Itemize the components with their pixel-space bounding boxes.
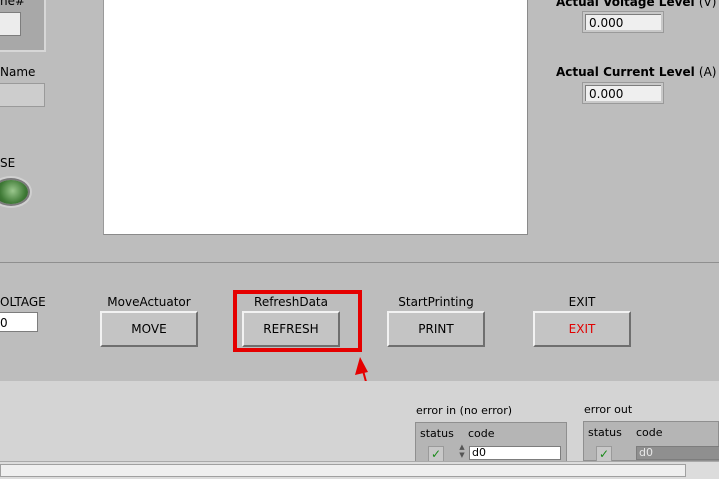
error-in-label: error in (no error) xyxy=(416,404,513,417)
error-in-status-label: status xyxy=(420,427,454,440)
status-led-indicator[interactable] xyxy=(0,180,28,204)
voltage-readout-unit: (V) xyxy=(698,0,717,9)
error-out-cluster: status code ✓ d0 xyxy=(583,421,719,462)
move-button[interactable]: MOVE xyxy=(100,311,198,347)
current-readout-title: Actual Current Level xyxy=(556,65,695,79)
error-out-status-label: status xyxy=(588,426,622,439)
name-label: Name xyxy=(0,65,36,79)
move-actuator-label: MoveActuator xyxy=(107,295,191,309)
error-in-code-label: code xyxy=(468,427,495,440)
voltage-input[interactable]: 0 xyxy=(0,312,38,332)
voltage-control-label: OLTAGE xyxy=(0,295,46,309)
led-label: SE xyxy=(0,156,16,170)
error-out-label: error out xyxy=(584,403,633,416)
number-label: ne# xyxy=(0,0,26,8)
top-panel: ne# Name SE Actual Voltage Level (V) 0.0… xyxy=(0,0,719,262)
error-in-cluster: status code ✓ ▲ ▼ d0 xyxy=(415,422,567,462)
refresh-highlight-box xyxy=(233,290,362,352)
print-button[interactable]: PRINT xyxy=(387,311,485,347)
current-readout-value: 0.000 xyxy=(585,85,661,101)
voltage-readout-label: Actual Voltage Level (V) xyxy=(556,0,716,9)
horizontal-scrollbar-thumb[interactable] xyxy=(0,464,686,477)
exit-button[interactable]: EXIT xyxy=(533,311,631,347)
current-readout-frame: 0.000 xyxy=(582,82,664,104)
name-field[interactable] xyxy=(0,83,45,107)
error-in-status-check-icon[interactable]: ✓ xyxy=(428,446,444,462)
error-in-code-spinner-icon[interactable]: ▲ ▼ xyxy=(457,443,467,459)
voltage-readout-frame: 0.000 xyxy=(582,11,664,33)
exit-label: EXIT xyxy=(568,295,596,309)
start-printing-label: StartPrinting xyxy=(398,295,474,309)
current-readout-label: Actual Current Level (A) xyxy=(556,65,716,79)
horizontal-scrollbar[interactable] xyxy=(0,461,719,479)
error-out-code-label: code xyxy=(636,426,663,439)
current-readout-unit: (A) xyxy=(698,65,717,79)
error-in-code-field[interactable]: d0 xyxy=(469,446,561,460)
voltage-readout-title: Actual Voltage Level xyxy=(556,0,695,9)
graph-display xyxy=(103,0,528,235)
labview-front-panel: ne# Name SE Actual Voltage Level (V) 0.0… xyxy=(0,0,719,479)
error-out-status-check-icon: ✓ xyxy=(596,446,612,462)
voltage-readout-value: 0.000 xyxy=(585,14,661,30)
error-out-code-field: d0 xyxy=(636,446,719,460)
number-input[interactable] xyxy=(0,12,21,36)
